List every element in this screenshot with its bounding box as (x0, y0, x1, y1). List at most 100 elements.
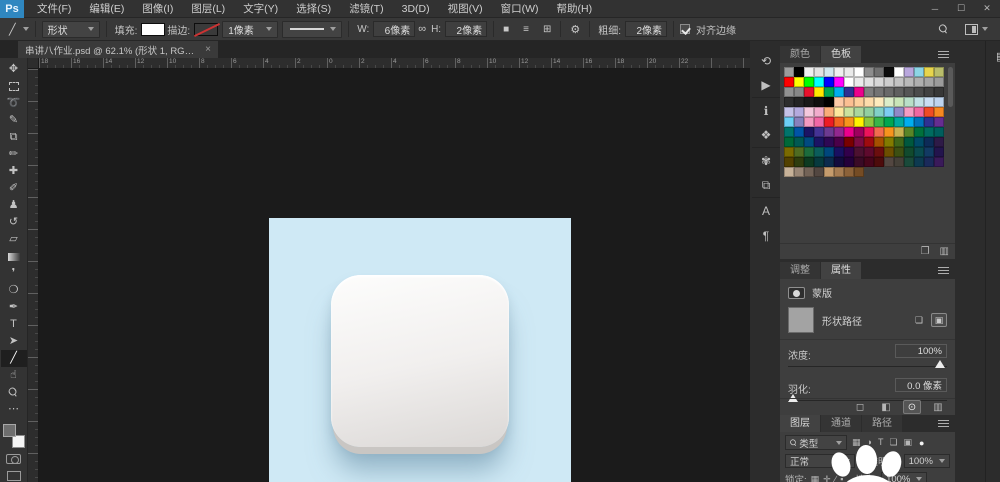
color-swatch[interactable] (874, 157, 884, 167)
color-swatch[interactable] (864, 127, 874, 137)
color-swatch[interactable] (824, 107, 834, 117)
stroke-color-swatch[interactable] (194, 23, 218, 36)
eraser-tool[interactable]: ▱ (1, 231, 27, 248)
color-swatch[interactable] (874, 67, 884, 77)
color-swatch[interactable] (794, 117, 804, 127)
color-swatch[interactable] (914, 137, 924, 147)
eyedropper-tool[interactable]: ✏ (1, 146, 27, 163)
color-swatch[interactable] (794, 127, 804, 137)
color-swatch[interactable] (884, 107, 894, 117)
color-swatch[interactable] (824, 67, 834, 77)
color-swatch[interactable] (784, 127, 794, 137)
actions-icon[interactable]: ▶ (752, 73, 780, 98)
color-swatch[interactable] (854, 67, 864, 77)
stroke-width-dropdown[interactable]: 1像素 (222, 21, 278, 38)
color-swatch[interactable] (804, 87, 814, 97)
color-swatch[interactable] (874, 147, 884, 157)
color-swatch[interactable] (814, 127, 824, 137)
color-swatch[interactable] (844, 97, 854, 107)
color-swatch[interactable] (914, 147, 924, 157)
color-swatch[interactable] (824, 137, 834, 147)
filter-shape-layers-icon[interactable]: ❏ (889, 437, 897, 448)
color-swatch[interactable] (884, 77, 894, 87)
menu-item[interactable]: 选择(S) (287, 0, 340, 18)
layer-mask-button[interactable]: ❏ (911, 313, 927, 327)
color-swatch[interactable] (814, 167, 824, 177)
panel-tab[interactable]: 图层 (780, 415, 820, 432)
gradient-tool[interactable] (1, 248, 27, 265)
color-swatch[interactable] (884, 127, 894, 137)
window-control-button[interactable]: ☐ (948, 0, 974, 18)
brush-tool[interactable]: ✐ (1, 180, 27, 197)
filter-pixel-layers-icon[interactable]: ▦ (852, 437, 861, 448)
width-field[interactable]: 6像素 (373, 21, 415, 37)
filter-toggle-icon[interactable]: ● (919, 438, 924, 448)
color-swatch[interactable] (794, 167, 804, 177)
color-swatch[interactable] (834, 87, 844, 97)
color-swatch[interactable] (814, 97, 824, 107)
color-swatch[interactable] (844, 77, 854, 87)
line-tool[interactable]: ╱ (1, 350, 27, 367)
color-swatch[interactable] (834, 147, 844, 157)
color-swatch[interactable] (874, 97, 884, 107)
color-swatch[interactable] (834, 167, 844, 177)
new-swatch-icon[interactable]: ❐ (921, 246, 930, 257)
color-swatch[interactable] (924, 107, 934, 117)
color-swatch[interactable] (894, 137, 904, 147)
color-swatch[interactable] (844, 147, 854, 157)
color-swatch[interactable] (894, 157, 904, 167)
lasso-tool[interactable]: ➰ (1, 95, 27, 112)
color-swatch[interactable] (834, 67, 844, 77)
color-swatch[interactable] (884, 147, 894, 157)
color-swatch[interactable] (914, 77, 924, 87)
color-swatch[interactable] (824, 157, 834, 167)
color-swatch[interactable] (914, 87, 924, 97)
spot-healing-brush-tool[interactable]: ✚ (1, 163, 27, 180)
vector-mask-button[interactable]: ▣ (931, 313, 947, 327)
color-swatch[interactable] (884, 97, 894, 107)
menu-item[interactable]: 文件(F) (28, 0, 80, 18)
move-tool[interactable]: ✥ (1, 61, 27, 78)
menu-item[interactable]: 滤镜(T) (340, 0, 392, 18)
menu-item[interactable]: 3D(D) (393, 0, 439, 18)
color-swatch[interactable] (844, 137, 854, 147)
color-swatch[interactable] (824, 77, 834, 87)
color-swatch[interactable] (824, 117, 834, 127)
density-slider-thumb[interactable] (935, 360, 945, 368)
color-swatch[interactable] (884, 117, 894, 127)
color-swatch[interactable] (904, 107, 914, 117)
color-swatch[interactable] (904, 87, 914, 97)
color-swatch[interactable] (784, 147, 794, 157)
color-swatch[interactable] (904, 67, 914, 77)
color-swatch[interactable] (884, 87, 894, 97)
menu-item[interactable]: 图像(I) (133, 0, 182, 18)
color-swatch[interactable] (794, 157, 804, 167)
color-swatch[interactable] (924, 117, 934, 127)
color-swatch[interactable] (924, 67, 934, 77)
mask-thumbnail[interactable] (788, 307, 814, 333)
color-swatch[interactable] (864, 117, 874, 127)
close-icon[interactable]: × (205, 44, 211, 55)
panel-menu-icon[interactable] (938, 267, 949, 274)
color-swatch[interactable] (844, 117, 854, 127)
lock-transparent-icon[interactable]: ▦ (811, 474, 820, 482)
color-swatch[interactable] (854, 107, 864, 117)
color-swatch[interactable] (824, 97, 834, 107)
trash-icon[interactable]: ▥ (940, 246, 949, 257)
color-swatch[interactable] (854, 127, 864, 137)
gear-icon[interactable]: ⚙ (567, 23, 583, 36)
color-swatch[interactable] (814, 137, 824, 147)
color-swatch[interactable] (924, 97, 934, 107)
color-swatch[interactable] (854, 117, 864, 127)
rectangular-marquee-tool[interactable] (1, 78, 27, 95)
brush-settings-icon[interactable]: ✾ (752, 148, 780, 173)
color-swatch[interactable] (934, 127, 944, 137)
color-swatch[interactable] (804, 167, 814, 177)
color-swatch[interactable] (804, 67, 814, 77)
color-swatch[interactable] (904, 157, 914, 167)
color-swatch[interactable] (844, 67, 854, 77)
color-swatch[interactable] (834, 117, 844, 127)
color-swatch[interactable] (784, 167, 794, 177)
feather-value-field[interactable]: 0.0 像素 (895, 378, 947, 392)
foreground-color-swatch[interactable] (3, 424, 16, 437)
